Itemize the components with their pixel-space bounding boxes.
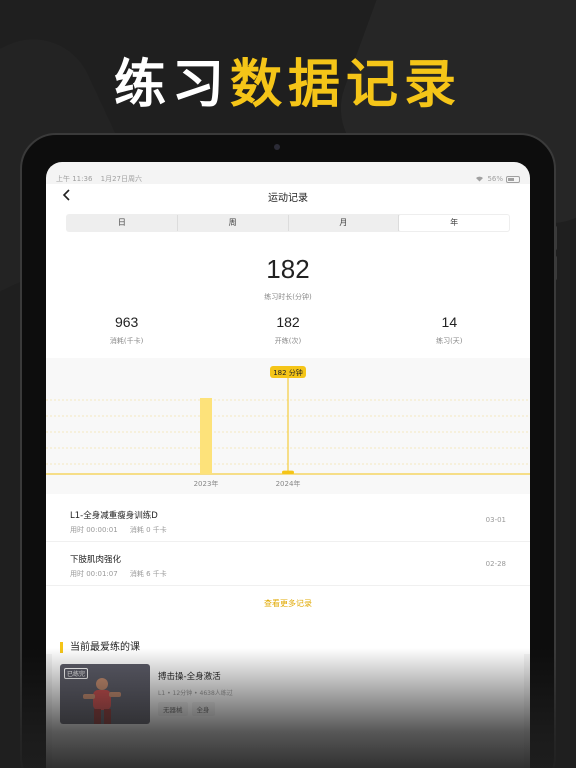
total-minutes-value: 182 [266, 254, 310, 284]
wifi-icon [475, 175, 484, 184]
favorite-course-card: 当前最爱练的课 已练完 搏击操-全身激活 L1 • 12分钟 • 4638人练过… [52, 630, 524, 768]
status-time: 上午 11:36 [56, 175, 93, 183]
status-date: 1月27日周六 [100, 175, 143, 183]
record-calories: 消耗 0 千卡 [129, 526, 167, 534]
record-item[interactable]: 下肢肌肉强化 用时 00:01:07 消耗 6 千卡 02-28 [46, 542, 530, 586]
athlete-figure-icon [83, 678, 121, 724]
stat-label: 练习(天) [436, 337, 463, 345]
completed-badge: 已练完 [64, 668, 89, 679]
bar [200, 398, 212, 474]
stat-sessions: 182 开练(次) [207, 314, 368, 346]
course-tag: 无器械 [158, 702, 188, 716]
record-title: L1-全身减重瘦身训练D [70, 511, 158, 521]
volume-button [554, 226, 557, 250]
tab-month[interactable]: 月 [289, 215, 400, 231]
volume-button [554, 256, 557, 280]
app-screen: 上午 11:36 1月27日周六 56% 运动记录 日 周 月 年 182 练习… [46, 162, 530, 768]
record-list: L1-全身减重瘦身训练D 用时 00:00:01 消耗 0 千卡 03-01 下… [46, 498, 530, 586]
stats-row: 963 消耗(千卡) 182 开练(次) 14 练习(天) [46, 314, 530, 346]
section-title: 当前最爱练的课 [60, 642, 140, 653]
promo-headline: 练习数据记录 [0, 42, 576, 117]
course-meta: L1 • 12分钟 • 4638人练过 [158, 690, 233, 697]
course-tags: 无器械 全身 [158, 702, 215, 716]
yearly-chart[interactable]: 2023年 2024年 182 分钟 [46, 358, 530, 494]
stat-calories: 963 消耗(千卡) [46, 314, 207, 346]
headline-part1: 练习 [113, 55, 230, 115]
total-minutes-label: 练习时长(分钟) [264, 293, 312, 301]
battery-percent: 56% [487, 175, 503, 183]
period-segmented-control: 日 周 月 年 [66, 214, 510, 232]
record-date: 02-28 [485, 560, 506, 568]
course-thumbnail[interactable]: 已练完 [60, 664, 150, 724]
record-duration: 用时 00:00:01 [70, 526, 118, 534]
course-tag: 全身 [191, 702, 215, 716]
stat-value: 182 [276, 314, 300, 330]
tab-year[interactable]: 年 [399, 215, 509, 231]
tab-day[interactable]: 日 [67, 215, 178, 231]
record-date: 03-01 [485, 516, 506, 524]
page-title: 运动记录 [268, 193, 308, 204]
stat-value: 963 [114, 314, 139, 330]
stat-label: 消耗(千卡) [109, 337, 144, 345]
stat-value: 14 [441, 314, 458, 330]
record-item[interactable]: L1-全身减重瘦身训练D 用时 00:00:01 消耗 0 千卡 03-01 [46, 498, 530, 542]
x-tick-label: 2023年 [194, 479, 219, 488]
stat-days: 14 练习(天) [369, 314, 530, 346]
x-tick-label: 2024年 [276, 479, 301, 488]
record-title: 下肢肌肉强化 [70, 555, 122, 565]
headline-part2: 数据记录 [230, 55, 463, 115]
camera-icon [274, 144, 280, 150]
record-subtitle: 用时 00:01:07 消耗 6 千卡 [70, 569, 177, 579]
view-more-records-link[interactable]: 查看更多记录 [46, 598, 530, 609]
record-duration: 用时 00:01:07 [70, 570, 118, 578]
battery-icon [506, 175, 520, 183]
tab-week[interactable]: 周 [178, 215, 289, 231]
course-title[interactable]: 搏击操-全身激活 [158, 670, 221, 682]
chart-svg: 2023年 2024年 182 分钟 [46, 366, 530, 488]
record-calories: 消耗 6 千卡 [129, 570, 167, 578]
record-subtitle: 用时 00:00:01 消耗 0 千卡 [70, 525, 177, 535]
stat-label: 开练(次) [274, 337, 302, 345]
tooltip-label: 182 分钟 [273, 368, 303, 377]
status-bar: 上午 11:36 1月27日周六 56% [56, 173, 520, 185]
